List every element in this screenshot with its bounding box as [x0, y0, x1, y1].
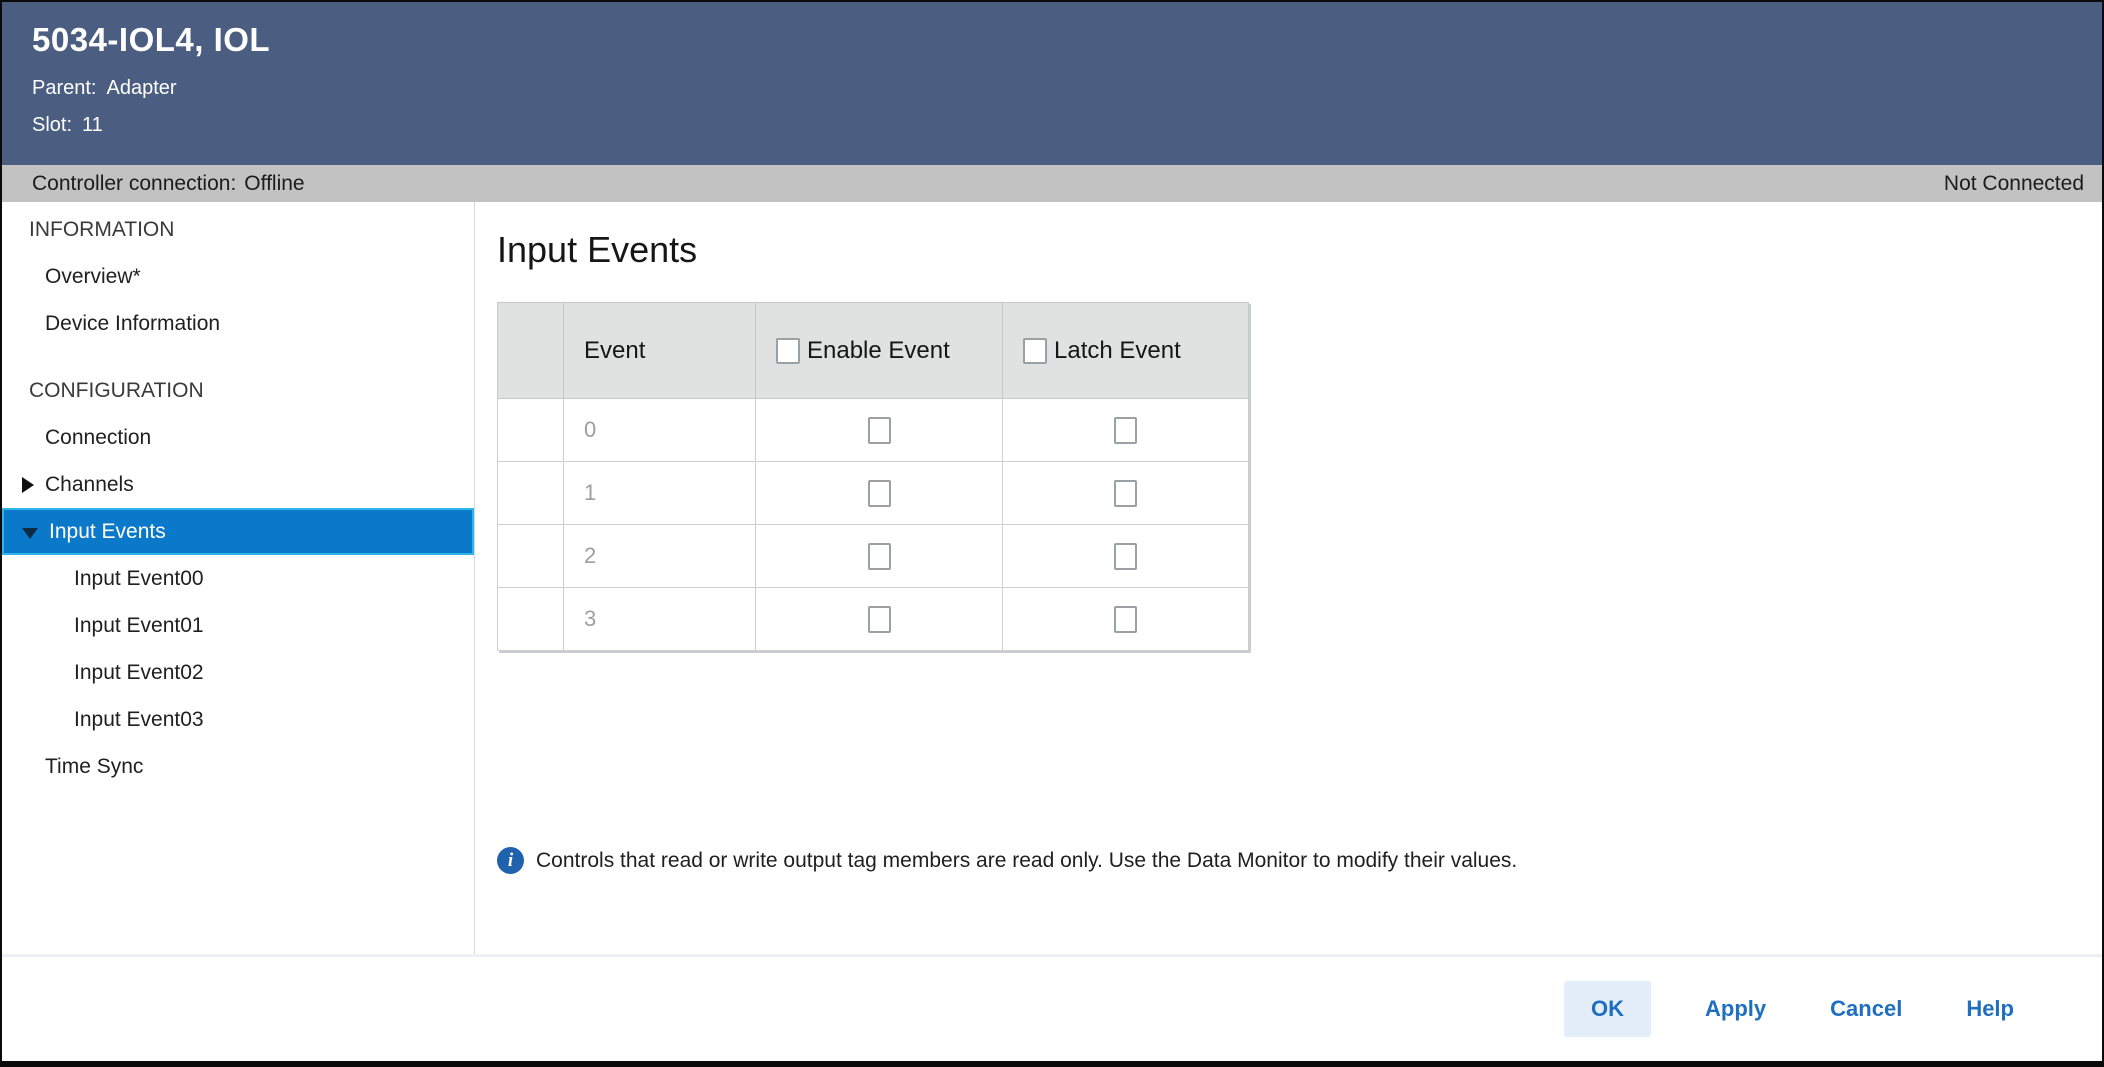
sidebar-item-label: Channels: [45, 473, 134, 497]
connection-state-text: Not Connected: [1944, 172, 2084, 196]
page-title: Input Events: [497, 228, 2102, 272]
enable-event-header-label: Enable Event: [807, 337, 950, 365]
device-profile-window: 5034-IOL4, IOL Parent: Adapter Slot: 11 Co…: [0, 0, 2104, 1067]
input-events-table: Event Enable Event Latch Event: [497, 302, 1249, 651]
info-note: i Controls that read or write output tag…: [497, 847, 2102, 874]
row-selector[interactable]: [498, 462, 564, 525]
sidebar-item-input-events[interactable]: Input Events: [2, 508, 474, 555]
enable-event-cell: [756, 588, 1003, 651]
sidebar-item-label: Input Events: [49, 520, 166, 544]
table-header-row: Event Enable Event Latch Event: [498, 303, 1249, 399]
slot-value: 11: [82, 114, 103, 136]
apply-button[interactable]: Apply: [1695, 982, 1776, 1036]
dialog-footer: OK Apply Cancel Help: [2, 954, 2102, 1061]
latch-event-checkbox[interactable]: [1114, 543, 1137, 570]
latch-event-checkbox[interactable]: [1114, 606, 1137, 633]
event-number-cell: 0: [564, 399, 756, 462]
sidebar-item-channels[interactable]: Channels: [2, 461, 474, 508]
event-number-cell: 1: [564, 462, 756, 525]
main-panel: Input Events Event Enable Event: [475, 202, 2102, 954]
info-note-text: Controls that read or write output tag m…: [536, 849, 1517, 873]
table-row: 2: [498, 525, 1249, 588]
latch-event-cell: [1003, 588, 1249, 651]
sidebar-item-input-event00[interactable]: Input Event00: [2, 555, 474, 602]
latch-event-cell: [1003, 462, 1249, 525]
latch-event-checkbox[interactable]: [1114, 480, 1137, 507]
table-row: 1: [498, 462, 1249, 525]
row-selector[interactable]: [498, 525, 564, 588]
enable-event-checkbox[interactable]: [868, 417, 891, 444]
event-column-header: Event: [564, 303, 756, 399]
sidebar-item-input-event03[interactable]: Input Event03: [2, 696, 474, 743]
latch-event-header-label: Latch Event: [1054, 337, 1181, 365]
row-selector[interactable]: [498, 588, 564, 651]
ok-button[interactable]: OK: [1564, 981, 1651, 1037]
latch-event-checkbox[interactable]: [1114, 417, 1137, 444]
sidebar-item-overview[interactable]: Overview*: [2, 253, 474, 300]
enable-event-checkbox[interactable]: [868, 606, 891, 633]
controller-connection-status: Controller connection: Offline: [32, 172, 305, 196]
table-row: 0: [498, 399, 1249, 462]
cancel-button[interactable]: Cancel: [1820, 982, 1912, 1036]
help-button[interactable]: Help: [1956, 982, 2024, 1036]
slot-line: Slot: 11: [32, 107, 2072, 144]
latch-event-cell: [1003, 525, 1249, 588]
enable-event-all-checkbox[interactable]: [776, 338, 800, 364]
chevron-right-icon: [22, 477, 34, 493]
event-number-cell: 3: [564, 588, 756, 651]
table-row: 3: [498, 588, 1249, 651]
dialog-body: INFORMATION Overview* Device Information…: [2, 202, 2102, 954]
enable-event-column-header: Enable Event: [756, 303, 1003, 399]
sidebar-item-connection[interactable]: Connection: [2, 414, 474, 461]
enable-event-cell: [756, 525, 1003, 588]
latch-event-all-checkbox[interactable]: [1023, 338, 1047, 364]
sidebar-section-information: INFORMATION: [2, 206, 474, 253]
device-title: 5034-IOL4, IOL: [32, 18, 2072, 62]
device-header: 5034-IOL4, IOL Parent: Adapter Slot: 11: [2, 2, 2102, 165]
connection-label: Controller connection:: [32, 172, 236, 195]
sidebar-section-configuration: CONFIGURATION: [2, 367, 474, 414]
latch-event-cell: [1003, 399, 1249, 462]
enable-event-cell: [756, 399, 1003, 462]
enable-event-cell: [756, 462, 1003, 525]
latch-event-column-header: Latch Event: [1003, 303, 1249, 399]
controller-status-bar: Controller connection: Offline Not Connec…: [2, 165, 2102, 202]
parent-value: Adapter: [106, 77, 176, 99]
enable-event-checkbox[interactable]: [868, 480, 891, 507]
event-number-cell: 2: [564, 525, 756, 588]
parent-line: Parent: Adapter: [32, 70, 2072, 107]
sidebar-item-device-information[interactable]: Device Information: [2, 300, 474, 347]
chevron-down-icon: [22, 528, 38, 539]
slot-label: Slot:: [32, 114, 72, 136]
sidebar-item-time-sync[interactable]: Time Sync: [2, 743, 474, 790]
category-sidebar: INFORMATION Overview* Device Information…: [2, 202, 475, 954]
sidebar-item-input-event02[interactable]: Input Event02: [2, 649, 474, 696]
sidebar-item-input-event01[interactable]: Input Event01: [2, 602, 474, 649]
enable-event-checkbox[interactable]: [868, 543, 891, 570]
row-selector[interactable]: [498, 399, 564, 462]
parent-label: Parent:: [32, 77, 96, 99]
info-icon: i: [497, 847, 524, 874]
row-selector-header: [498, 303, 564, 399]
connection-value: Offline: [244, 172, 304, 195]
